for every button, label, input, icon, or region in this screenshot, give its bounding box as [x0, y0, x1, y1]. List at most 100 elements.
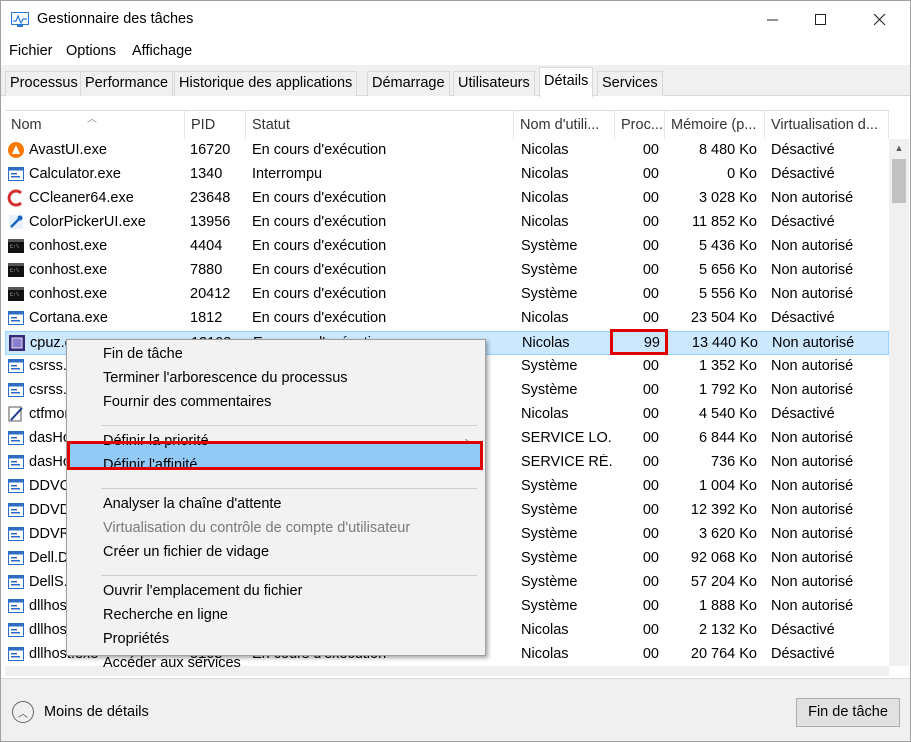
cell-user: Système: [521, 238, 578, 254]
app-window-icon: [7, 597, 25, 615]
app-window-icon: [7, 477, 25, 495]
col-header-pid[interactable]: PID: [185, 111, 246, 139]
context-menu-item[interactable]: Définir la priorité: [103, 433, 209, 449]
col-header-virtualisation[interactable]: Virtualisation d...: [765, 111, 889, 139]
cell-user: Système: [521, 502, 578, 518]
context-menu-item[interactable]: Terminer l'arborescence du processus: [103, 370, 348, 386]
scroll-thumb[interactable]: [892, 159, 906, 203]
tab-demarrage[interactable]: Démarrage: [367, 71, 450, 96]
cell-cpu: 00: [642, 454, 659, 470]
menu-separator: [101, 488, 477, 489]
table-row[interactable]: C:\ conhost.exe 4404 En cours d'exécution Sy…: [5, 235, 889, 259]
less-details-link[interactable]: Moins de détails: [44, 704, 149, 720]
maximize-button[interactable]: [798, 1, 844, 39]
cell-status: En cours d'exécution: [252, 214, 387, 230]
cell-mem: 8 480 Ko: [698, 142, 757, 158]
cell-user: Système: [521, 526, 578, 542]
table-row[interactable]: Cortana.exe 1812 En cours d'exécution Nicol…: [5, 307, 889, 331]
cell-mem: 5 436 Ko: [698, 238, 757, 254]
tab-performance[interactable]: Performance: [80, 71, 174, 96]
title-bar: Gestionnaire des tâches: [1, 1, 910, 39]
cell-user: Système: [521, 574, 578, 590]
cell-virt: Non autorisé: [771, 190, 854, 206]
menu-options[interactable]: Options: [66, 43, 116, 59]
cell-mem: 12 392 Ko: [690, 502, 757, 518]
cell-virt: Non autorisé: [771, 598, 854, 614]
context-menu-item[interactable]: Ouvrir l'emplacement du fichier: [103, 583, 302, 599]
table-row[interactable]: Calculator.exe 1340 Interrompu Nicolas 00 0 K…: [5, 163, 889, 187]
col-header-label: Nom: [11, 117, 42, 133]
cell-virt: Désactivé: [771, 166, 835, 182]
cell-virt: Non autorisé: [771, 238, 854, 254]
window-title: Gestionnaire des tâches: [37, 11, 194, 27]
app-window-icon: [7, 525, 25, 543]
col-header-memory[interactable]: Mémoire (p...: [665, 111, 765, 139]
context-menu-item[interactable]: Accéder aux services: [103, 655, 241, 671]
app-window-icon: [7, 453, 25, 471]
cpu-chip-icon: [8, 334, 26, 352]
cell-mem: 0 Ko: [727, 166, 757, 182]
cell-virt: Non autorisé: [771, 454, 854, 470]
table-row[interactable]: ColorPickerUI.exe 13956 En cours d'exécuti…: [5, 211, 889, 235]
context-menu-item[interactable]: Fin de tâche: [103, 346, 183, 362]
table-row[interactable]: C:\ conhost.exe 20412 En cours d'exécution S…: [5, 283, 889, 307]
col-header-nom[interactable]: Nom ︿: [5, 111, 185, 139]
cell-cpu: 00: [642, 478, 659, 494]
cell-status: Interrompu: [252, 166, 323, 182]
cell-mem: 2 132 Ko: [698, 622, 757, 638]
cell-mem: 13 440 Ko: [691, 335, 758, 351]
cell-cpu: 00: [642, 502, 659, 518]
close-button[interactable]: [857, 1, 903, 39]
col-header-statut[interactable]: Statut: [246, 111, 514, 139]
sort-up-icon: ︿: [87, 114, 97, 125]
col-header-user[interactable]: Nom d'utili...: [514, 111, 615, 139]
table-row[interactable]: CCleaner64.exe 23648 En cours d'exécution N…: [5, 187, 889, 211]
tab-processus[interactable]: Processus: [5, 71, 83, 96]
cell-mem: 5 556 Ko: [698, 286, 757, 302]
cell-user: Système: [521, 286, 578, 302]
cell-user: Nicolas: [521, 622, 569, 638]
cell-pid: 13956: [190, 214, 231, 230]
end-task-button[interactable]: Fin de tâche: [796, 698, 900, 727]
tab-services[interactable]: Services: [597, 71, 663, 96]
tab-historique[interactable]: Historique des applications: [174, 71, 358, 96]
minimize-button[interactable]: [750, 1, 796, 39]
cell-name: CCleaner64.exe: [29, 190, 134, 206]
cell-pid: 4404: [190, 238, 223, 254]
svg-text:C:\: C:\: [10, 244, 19, 250]
cell-user: Système: [521, 358, 578, 374]
app-window-icon: [7, 429, 25, 447]
vertical-scrollbar[interactable]: ▲: [889, 139, 909, 666]
cell-mem: 6 844 Ko: [698, 430, 757, 446]
console-icon: C:\: [7, 285, 25, 303]
menu-affichage[interactable]: Affichage: [132, 43, 192, 59]
app-window-icon: [7, 309, 25, 327]
tab-details[interactable]: Détails: [539, 67, 594, 97]
cell-virt: Désactivé: [771, 310, 835, 326]
console-icon: C:\: [7, 237, 25, 255]
cell-cpu: 00: [642, 526, 659, 542]
cell-cpu: 00: [642, 262, 659, 278]
cell-cpu: 00: [642, 214, 659, 230]
cell-cpu: 00: [642, 382, 659, 398]
context-menu-item[interactable]: Fournir des commentaires: [103, 394, 271, 410]
cell-status: En cours d'exécution: [252, 310, 387, 326]
context-menu-item[interactable]: Propriétés: [103, 631, 169, 647]
table-row[interactable]: AvastUI.exe 16720 En cours d'exécution Nico…: [5, 139, 889, 163]
context-menu-item[interactable]: Analyser la chaîne d'attente: [103, 496, 282, 512]
tab-utilisateurs[interactable]: Utilisateurs: [453, 71, 535, 96]
cell-user: Nicolas: [521, 142, 569, 158]
app-window-icon: [7, 165, 25, 183]
avast-icon: [7, 141, 25, 159]
app-window-icon: [7, 501, 25, 519]
scroll-up-arrow-icon[interactable]: ▲: [889, 139, 909, 156]
context-menu-item[interactable]: Définir l'affinité: [103, 457, 197, 473]
context-menu-item[interactable]: Recherche en ligne: [103, 607, 228, 623]
table-header: Nom ︿ PID Statut Nom d'utili... Proc... …: [5, 111, 889, 139]
chevron-up-icon[interactable]: ︿: [12, 701, 34, 723]
menu-fichier[interactable]: Fichier: [9, 43, 53, 59]
context-menu-item[interactable]: Créer un fichier de vidage: [103, 544, 269, 560]
cell-status: En cours d'exécution: [252, 190, 387, 206]
col-header-cpu[interactable]: Proc...: [615, 111, 665, 139]
table-row[interactable]: C:\ conhost.exe 7880 En cours d'exécution Sy…: [5, 259, 889, 283]
